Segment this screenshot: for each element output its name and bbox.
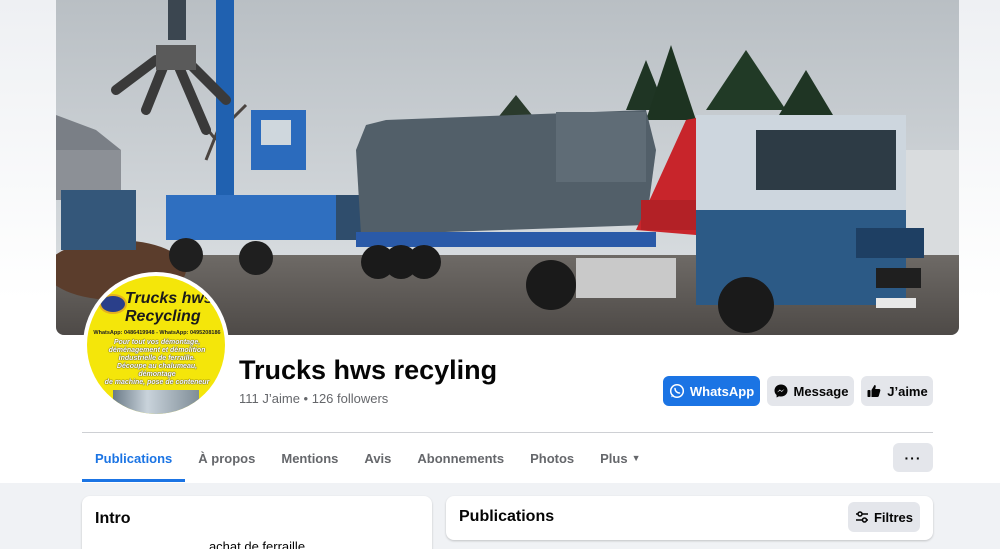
avatar-text-line: industrielle de ferraille.: [118, 355, 196, 362]
avatar-contacts: WhatsApp: 0486419948 - WhatsApp: 0495208…: [93, 330, 221, 336]
avatar-title: Trucks hws Recycling: [125, 290, 225, 326]
filter-button[interactable]: Filtres: [848, 502, 920, 532]
avatar-logo-icon: [99, 294, 127, 314]
tab-mentions[interactable]: Mentions: [281, 434, 338, 482]
tab-label: À propos: [198, 450, 256, 466]
avatar-text-line: déménagement et démolition: [108, 347, 206, 354]
header-divider: [82, 432, 933, 433]
thumbs-up-icon: [867, 385, 881, 397]
tab-label: Avis: [364, 450, 392, 466]
avatar-title-line: Recycling: [125, 308, 201, 325]
message-button-label: Message: [793, 383, 849, 399]
whatsapp-icon: [669, 383, 684, 399]
tab-publications[interactable]: Publications: [82, 434, 186, 482]
publications-title: Publications: [459, 508, 555, 525]
avatar-text-line: Découpe au chalumeau, démontage: [116, 363, 198, 378]
filter-button-label: Filtres: [873, 509, 913, 525]
whatsapp-button[interactable]: WhatsApp: [663, 376, 760, 406]
like-button[interactable]: J’aime: [861, 376, 933, 406]
avatar-photo-strip: [113, 390, 199, 414]
intro-text: achat de ferraille: [208, 539, 306, 549]
page-tabs: Publications À propos Mentions Avis Abon…: [82, 434, 667, 482]
intro-card: Intro achat de ferraille: [82, 496, 432, 549]
intro-title: Intro: [95, 510, 131, 527]
avatar-image: Trucks hws Recycling WhatsApp: 048641994…: [87, 276, 225, 414]
more-options-button[interactable]: ···: [893, 443, 933, 472]
tab-label: Plus: [600, 450, 628, 466]
tab-photos[interactable]: Photos: [530, 434, 574, 482]
tab-label: Mentions: [281, 450, 339, 466]
like-button-label: J’aime: [887, 383, 928, 399]
whatsapp-button-label: WhatsApp: [689, 383, 755, 399]
message-button[interactable]: Message: [767, 376, 854, 406]
tab-label: Publications: [95, 450, 173, 466]
profile-avatar[interactable]: Trucks hws Recycling WhatsApp: 048641994…: [83, 272, 229, 418]
tab-avis[interactable]: Avis: [364, 434, 391, 482]
tab-a-propos[interactable]: À propos: [198, 434, 255, 482]
page-title: Trucks hws recyling: [239, 355, 498, 385]
tab-plus[interactable]: Plus ▼: [600, 434, 640, 482]
avatar-text: Pour tout vos démontage, déménagement et…: [101, 339, 213, 387]
sliders-icon: [855, 511, 868, 523]
avatar-title-line: Trucks hws: [125, 290, 213, 307]
messenger-icon: [774, 384, 788, 398]
tab-label: Photos: [530, 450, 575, 466]
publications-card: Publications Filtres: [446, 496, 933, 540]
tab-label: Abonnements: [417, 450, 505, 466]
caret-down-icon: ▼: [631, 453, 641, 463]
page-stats[interactable]: 111 J’aime • 126 followers: [239, 391, 388, 406]
avatar-text-line: Pour tout vos démontage,: [113, 339, 201, 346]
avatar-text-line: de machine, pose de conteneur: [104, 379, 210, 386]
tab-abonnements[interactable]: Abonnements: [417, 434, 504, 482]
